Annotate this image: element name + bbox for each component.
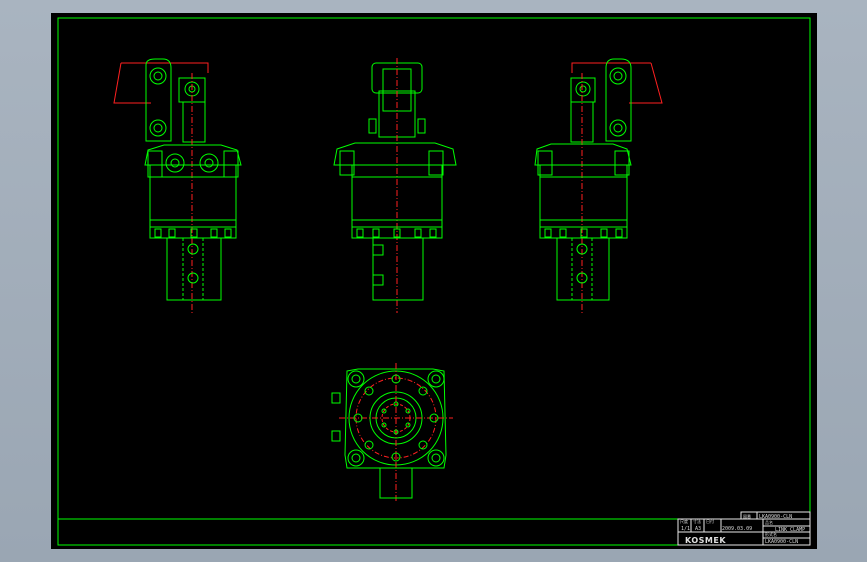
title-block: 図番 LKA0900-CLN 尺度 1/1 寸法 A3 日付 2009.03.0… <box>677 511 811 546</box>
front-view <box>333 58 457 313</box>
date-label: 日付 <box>706 518 714 524</box>
date-value: 2009.03.09 <box>722 526 752 532</box>
model-value: LKA0900-CLN <box>765 539 798 545</box>
size-value: A3 <box>695 526 701 532</box>
cad-viewport[interactable]: 図番 LKA0900-CLN 尺度 1/1 寸法 A3 日付 2009.03.0… <box>51 13 817 549</box>
kosmek-logo: KOSMEK <box>685 536 726 545</box>
model-label: 形式名 <box>765 531 777 537</box>
drawing-number-label: 図番 <box>743 513 751 519</box>
name-label: 品名 <box>765 519 773 525</box>
part-name: LINK CLAMP <box>775 527 805 533</box>
right-side-view <box>534 58 663 313</box>
scale-label: 尺度 <box>680 518 688 524</box>
top-view <box>331 363 453 501</box>
size-label: 寸法 <box>693 518 701 524</box>
cad-drawing: 図番 LKA0900-CLN 尺度 1/1 寸法 A3 日付 2009.03.0… <box>57 17 811 546</box>
left-side-view <box>113 58 242 313</box>
scale-value: 1/1 <box>681 526 690 532</box>
